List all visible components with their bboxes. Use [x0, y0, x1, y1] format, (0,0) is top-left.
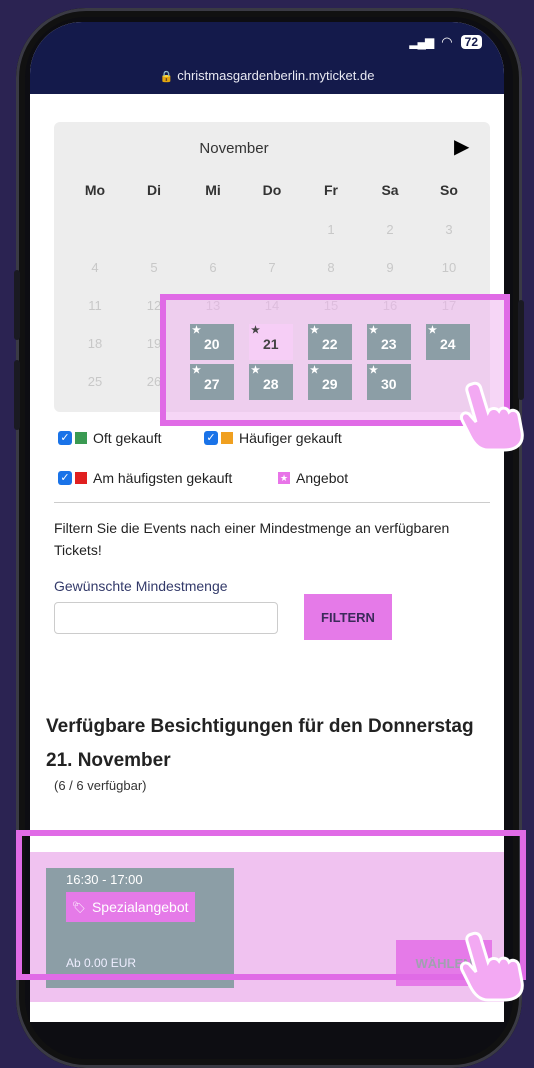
orange-swatch [221, 432, 233, 444]
checkbox-icon[interactable]: ✓ [58, 471, 72, 485]
calendar-day: 9 [386, 260, 394, 275]
date-cell-24[interactable]: ★ 24 [426, 324, 470, 360]
calendar-day: 2 [386, 222, 394, 237]
star-icon: ★ [369, 325, 378, 336]
legend-label: Am häufigsten gekauft [93, 470, 233, 486]
url-bar[interactable]: 🔒 christmasgardenberlin.myticket.de [30, 68, 504, 83]
signal-icon: ▂▄▆ [409, 35, 434, 49]
calendar-day: 25 [87, 374, 103, 389]
date-number: 22 [322, 336, 338, 352]
star-icon: ★ [192, 365, 201, 376]
status-bar: ▂▄▆ ◠ 72 🔒 christmasgardenberlin.myticket… [30, 22, 504, 94]
battery-badge: 72 [460, 35, 482, 49]
calendar-day: 8 [327, 260, 335, 275]
date-number: 23 [381, 336, 397, 352]
pointing-hand-icon [460, 381, 524, 452]
date-cell-27[interactable]: ★ 27 [190, 364, 234, 400]
event-highlight-frame [16, 830, 526, 980]
volume-down-button [14, 360, 20, 430]
next-month-arrow-icon[interactable]: ▶ [454, 134, 469, 159]
date-cell-21-selected[interactable]: ★ 21 [249, 324, 293, 360]
divider [54, 502, 490, 503]
star-icon: ★ [251, 325, 260, 336]
date-number: 27 [204, 376, 220, 392]
star-icon: ★ [310, 325, 319, 336]
date-number: 30 [381, 376, 397, 392]
date-cell-20[interactable]: ★ 20 [190, 324, 234, 360]
calendar-day: 11 [88, 298, 102, 313]
date-number: 24 [440, 336, 456, 352]
green-swatch [75, 432, 87, 444]
volume-up-button [14, 270, 20, 340]
min-quantity-label: Gewünschte Mindestmenge [54, 578, 228, 594]
legend-often[interactable]: ✓ Oft gekauft [58, 430, 161, 446]
calendar-month: November [199, 140, 269, 157]
calendar-day: 1 [327, 222, 335, 237]
date-cell-28[interactable]: ★ 28 [249, 364, 293, 400]
date-cell-30[interactable]: ★ 30 [367, 364, 411, 400]
weekday-label: Mi [205, 182, 221, 198]
checkbox-icon[interactable]: ✓ [58, 431, 72, 445]
wifi-icon: ◠ [441, 34, 453, 49]
calendar-day: 3 [445, 222, 453, 237]
legend-label: Oft gekauft [93, 430, 162, 446]
star-icon: ★ [251, 365, 260, 376]
red-swatch [75, 472, 87, 484]
legend-label: Häufiger gekauft [239, 430, 342, 446]
legend-most-often[interactable]: ✓ Am häufigsten gekauft [58, 470, 232, 486]
calendar-day: 7 [268, 260, 276, 275]
star-icon: ★ [278, 472, 290, 484]
date-cell-23[interactable]: ★ 23 [367, 324, 411, 360]
weekday-label: Do [262, 182, 282, 198]
legend-label: Angebot [296, 470, 349, 486]
legend-more-often[interactable]: ✓ Häufiger gekauft [204, 430, 342, 446]
date-cell-22[interactable]: ★ 22 [308, 324, 352, 360]
date-number: 29 [322, 376, 338, 392]
star-icon: ★ [369, 365, 378, 376]
weekday-label: So [440, 182, 458, 198]
url-text: christmasgardenberlin.myticket.de [177, 68, 375, 83]
calendar-day: 6 [209, 260, 217, 275]
weekday-label: Sa [381, 182, 399, 198]
lock-icon: 🔒 [159, 71, 174, 83]
availability-count: (6 / 6 verfügbar) [54, 778, 147, 793]
weekday-label: Mo [84, 182, 106, 198]
min-quantity-input[interactable] [54, 602, 278, 634]
checkbox-icon[interactable]: ✓ [204, 431, 218, 445]
weekday-label: Fr [324, 182, 338, 198]
filter-button[interactable]: FILTERN [304, 594, 392, 640]
pointing-hand-icon [460, 931, 524, 1002]
date-number: 21 [263, 336, 279, 352]
calendar-day: 10 [441, 260, 457, 275]
star-icon: ★ [428, 325, 437, 336]
date-number: 20 [204, 336, 220, 352]
star-icon: ★ [310, 365, 319, 376]
date-cell-29[interactable]: ★ 29 [308, 364, 352, 400]
weekday-label: Di [147, 182, 161, 198]
calendar-day: 18 [87, 336, 103, 351]
legend-offer: ★ Angebot [278, 470, 348, 486]
star-icon: ★ [192, 325, 201, 336]
results-heading: Verfügbare Besichtigungen für den Donner… [46, 716, 474, 771]
calendar-day: 5 [150, 260, 158, 275]
filter-description: Filtern Sie die Events nach einer Mindes… [54, 520, 450, 558]
calendar-day: 4 [91, 260, 99, 275]
date-number: 28 [263, 376, 279, 392]
